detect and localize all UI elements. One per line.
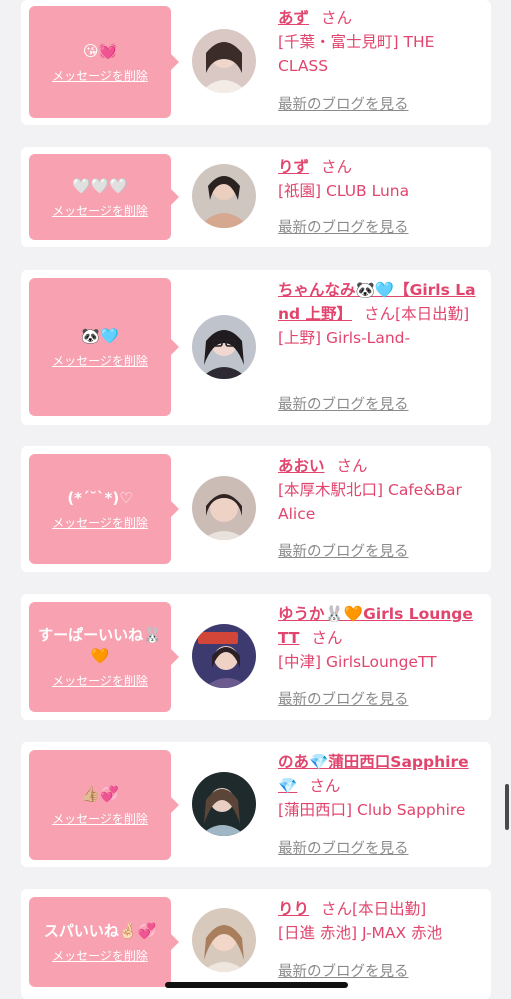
- message-bubble: すーぱーいいね🐰🧡 メッセージを削除: [29, 602, 179, 712]
- delete-message-link[interactable]: メッセージを削除: [52, 353, 148, 369]
- portrait-photo-icon: [192, 315, 256, 379]
- message-card: 🐼🩵 メッセージを削除 ちゃんなみ🐼🩵【Girls Land 上野】 さん[本日出…: [21, 270, 491, 425]
- avatar[interactable]: [192, 476, 256, 540]
- honorific: さん: [321, 158, 353, 176]
- avatar[interactable]: [192, 908, 256, 972]
- latest-blog-link[interactable]: 最新のブログを見る: [278, 542, 409, 562]
- honorific: さん: [364, 305, 396, 323]
- status-text: [本日出勤]: [352, 900, 427, 918]
- cast-info: りり さん[本日出勤] [日進 赤池] J-MAX 赤池: [278, 897, 484, 945]
- shop-text: [千葉・富士見町] THE CLASS: [278, 33, 435, 75]
- portrait-photo-icon: [192, 624, 256, 688]
- portrait-photo-icon: [192, 164, 256, 228]
- avatar[interactable]: [192, 315, 256, 379]
- portrait-photo-icon: [192, 908, 256, 972]
- cast-name-link[interactable]: りり: [278, 900, 309, 918]
- scrollbar[interactable]: [505, 784, 509, 830]
- cast-info: のあ💎蒲田西口Sapphire💎 さん [蒲田西口] Club Sapphire: [278, 750, 484, 822]
- message-text: スパいいね🤞🏻💞: [43, 921, 157, 940]
- delete-message-link[interactable]: メッセージを削除: [52, 515, 148, 531]
- portrait-photo-icon: [192, 772, 256, 836]
- latest-blog-link[interactable]: 最新のブログを見る: [278, 839, 409, 859]
- delete-message-link[interactable]: メッセージを削除: [52, 948, 148, 964]
- avatar[interactable]: [192, 164, 256, 228]
- message-text: 🤍🤍🤍: [71, 176, 129, 195]
- shop-text: [祇園] CLUB Luna: [278, 182, 410, 200]
- message-card: 🤍🤍🤍 メッセージを削除 りず さん [祇園] CLUB Luna 最新のブログを…: [21, 147, 491, 247]
- status-text: [本日出勤]: [395, 305, 470, 323]
- cast-info: ちゃんなみ🐼🩵【Girls Land 上野】 さん[本日出勤] [上野] Girl…: [278, 278, 484, 350]
- delete-message-link[interactable]: メッセージを削除: [52, 673, 148, 689]
- cast-name-link[interactable]: あず: [278, 9, 309, 27]
- portrait-photo-icon: [192, 29, 256, 93]
- honorific: さん: [321, 9, 353, 27]
- latest-blog-link[interactable]: 最新のブログを見る: [278, 218, 409, 238]
- cast-name-link[interactable]: りず: [278, 158, 309, 176]
- cast-name-link[interactable]: あおい: [278, 457, 325, 475]
- cast-info: りず さん [祇園] CLUB Luna: [278, 155, 484, 203]
- message-text: すーぱーいいね🐰🧡: [38, 626, 162, 665]
- shop-text: [上野] Girls-Land-: [278, 329, 411, 347]
- message-text: (*´˘`*)♡: [67, 488, 133, 507]
- portrait-photo-icon: [192, 476, 256, 540]
- shop-text: [日進 赤池] J-MAX 赤池: [278, 924, 443, 942]
- latest-blog-link[interactable]: 最新のブログを見る: [278, 395, 409, 415]
- honorific: さん: [311, 629, 343, 647]
- shop-text: [中津] GirlsLoungeTT: [278, 653, 437, 671]
- avatar[interactable]: [192, 29, 256, 93]
- honorific: さん: [321, 900, 353, 918]
- message-card: 😘💓 メッセージを削除 あず さん [千葉・富士見町] THE CLASS 最新の…: [21, 0, 491, 125]
- latest-blog-link[interactable]: 最新のブログを見る: [278, 690, 409, 710]
- message-text: 👍🏼💞: [81, 784, 119, 803]
- home-indicator[interactable]: [165, 982, 348, 988]
- message-bubble: 😘💓 メッセージを削除: [29, 6, 179, 118]
- message-bubble: (*´˘`*)♡ メッセージを削除: [29, 454, 179, 564]
- shop-text: [蒲田西口] Club Sapphire: [278, 801, 466, 819]
- avatar[interactable]: [192, 772, 256, 836]
- cast-info: あず さん [千葉・富士見町] THE CLASS: [278, 6, 484, 78]
- message-bubble: 🤍🤍🤍 メッセージを削除: [29, 154, 179, 240]
- message-bubble: 👍🏼💞 メッセージを削除: [29, 750, 179, 860]
- avatar[interactable]: [192, 624, 256, 688]
- message-card: すーぱーいいね🐰🧡 メッセージを削除 ゆうか🐰🧡Girls Lounge TT さ…: [21, 594, 491, 720]
- message-bubble: 🐼🩵 メッセージを削除: [29, 278, 179, 416]
- delete-message-link[interactable]: メッセージを削除: [52, 203, 148, 219]
- cast-info: ゆうか🐰🧡Girls Lounge TT さん [中津] GirlsLoungeT…: [278, 602, 484, 674]
- honorific: さん: [336, 457, 368, 475]
- latest-blog-link[interactable]: 最新のブログを見る: [278, 95, 409, 115]
- message-card: (*´˘`*)♡ メッセージを削除 あおい さん [本厚木駅北口] Cafe&Ba…: [21, 446, 491, 572]
- cast-name-link[interactable]: のあ💎蒲田西口Sapphire💎: [278, 753, 469, 795]
- message-text: 😘💓: [82, 41, 118, 60]
- message-bubble: スパいいね🤞🏻💞 メッセージを削除: [29, 897, 179, 987]
- latest-blog-link[interactable]: 最新のブログを見る: [278, 962, 409, 982]
- shop-text: [本厚木駅北口] Cafe&Bar Alice: [278, 481, 462, 523]
- cast-name-link[interactable]: ゆうか🐰🧡Girls Lounge TT: [278, 605, 473, 647]
- message-card: 👍🏼💞 メッセージを削除 のあ💎蒲田西口Sapphire💎 さん [蒲田西口] C…: [21, 742, 491, 867]
- cast-info: あおい さん [本厚木駅北口] Cafe&Bar Alice: [278, 454, 484, 526]
- message-text: 🐼🩵: [81, 326, 119, 345]
- delete-message-link[interactable]: メッセージを削除: [52, 68, 148, 84]
- delete-message-link[interactable]: メッセージを削除: [52, 811, 148, 827]
- honorific: さん: [309, 777, 341, 795]
